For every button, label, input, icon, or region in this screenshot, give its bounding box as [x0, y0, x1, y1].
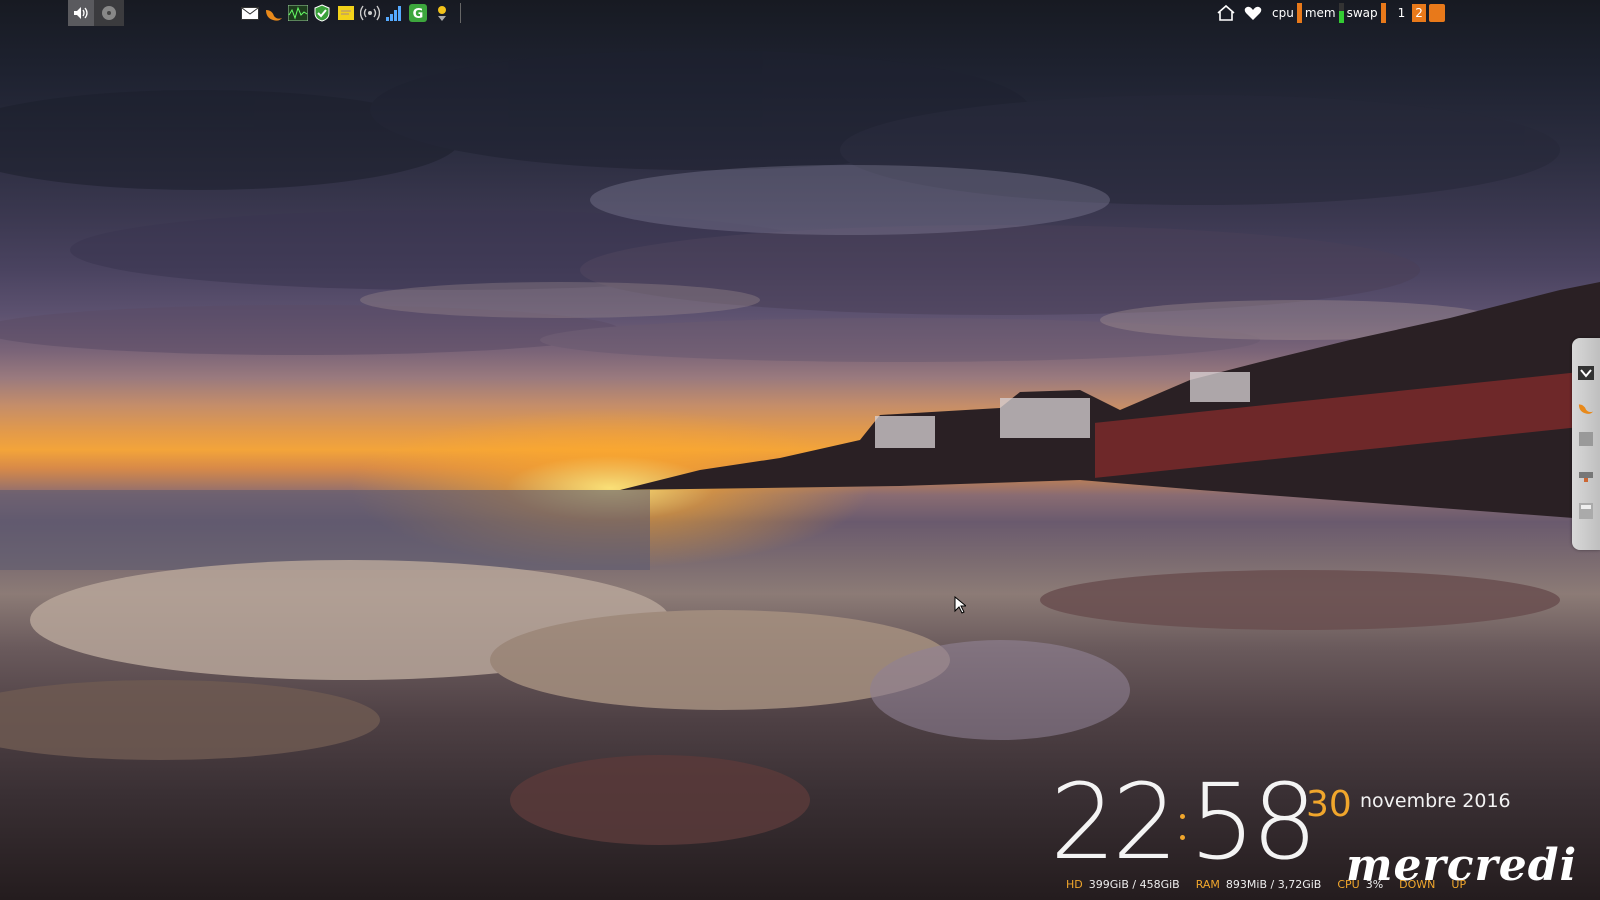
clock-day: 30	[1306, 784, 1352, 825]
wireless-signal-icon[interactable]	[360, 3, 380, 23]
down-label: DOWN	[1399, 878, 1436, 891]
disk-icon	[102, 6, 116, 20]
clock-hours: 22	[1050, 761, 1178, 883]
workspace-switcher: 1 2	[1395, 4, 1426, 22]
swap-meter	[1380, 3, 1386, 23]
hd-value: 399GiB / 458GiB	[1088, 878, 1180, 891]
tool-launcher-icon[interactable]	[1577, 466, 1595, 484]
mem-meter	[1338, 3, 1344, 23]
tray-separator	[460, 3, 461, 23]
side-dock	[1572, 338, 1600, 550]
weather-icon[interactable]	[432, 3, 452, 23]
clock-month-year: novembre 2016	[1360, 790, 1511, 812]
system-monitor: cpu mem swap 1 2	[1272, 0, 1445, 26]
system-stats: HD 399GiB / 458GiB RAM 893MiB / 3,72GiB …	[1066, 878, 1466, 891]
hd-label: HD	[1066, 878, 1083, 891]
app-launcher-icon[interactable]	[1577, 430, 1595, 448]
up-label: UP	[1451, 878, 1467, 891]
cpu-stat-label: CPU	[1337, 878, 1360, 891]
clock-minutes: 58	[1189, 761, 1317, 883]
system-tray: G	[240, 0, 461, 26]
ram-value: 893MiB / 3,72GiB	[1225, 878, 1322, 891]
cpu-meter	[1296, 3, 1302, 23]
volume-button[interactable]	[68, 0, 94, 26]
workspace-2[interactable]: 2	[1412, 4, 1426, 22]
calculator-icon[interactable]	[1577, 502, 1595, 520]
system-monitor-icon[interactable]	[288, 3, 308, 23]
clock-separator	[1180, 814, 1186, 840]
signal-bars-icon[interactable]	[384, 3, 404, 23]
shield-check-icon[interactable]	[312, 3, 332, 23]
desktop-wallpaper	[0, 50, 1600, 845]
mouse-cursor-icon	[954, 596, 966, 614]
sticky-note-icon[interactable]	[336, 3, 356, 23]
disk-button[interactable]	[94, 0, 124, 26]
workspace-1[interactable]: 1	[1395, 4, 1409, 22]
ram-label: RAM	[1195, 878, 1220, 891]
g-app-icon[interactable]: G	[408, 3, 428, 23]
cpu-label: cpu	[1272, 6, 1294, 20]
mail-icon[interactable]	[240, 3, 260, 23]
mem-label: mem	[1304, 6, 1336, 20]
heart-icon[interactable]	[1244, 5, 1262, 21]
swap-label: swap	[1346, 6, 1378, 20]
flame-icon[interactable]	[264, 3, 284, 23]
cpu-stat-value: 3%	[1365, 878, 1384, 891]
top-panel: G cpu mem swap 1 2	[0, 0, 1600, 26]
home-icon[interactable]	[1216, 4, 1236, 22]
chevron-down-icon[interactable]	[1577, 364, 1595, 382]
svg-text:G: G	[413, 7, 424, 22]
flame-launcher-icon[interactable]	[1577, 398, 1595, 416]
speaker-icon	[74, 7, 88, 19]
trash-icon[interactable]	[1428, 4, 1445, 22]
places-area	[1216, 0, 1262, 26]
